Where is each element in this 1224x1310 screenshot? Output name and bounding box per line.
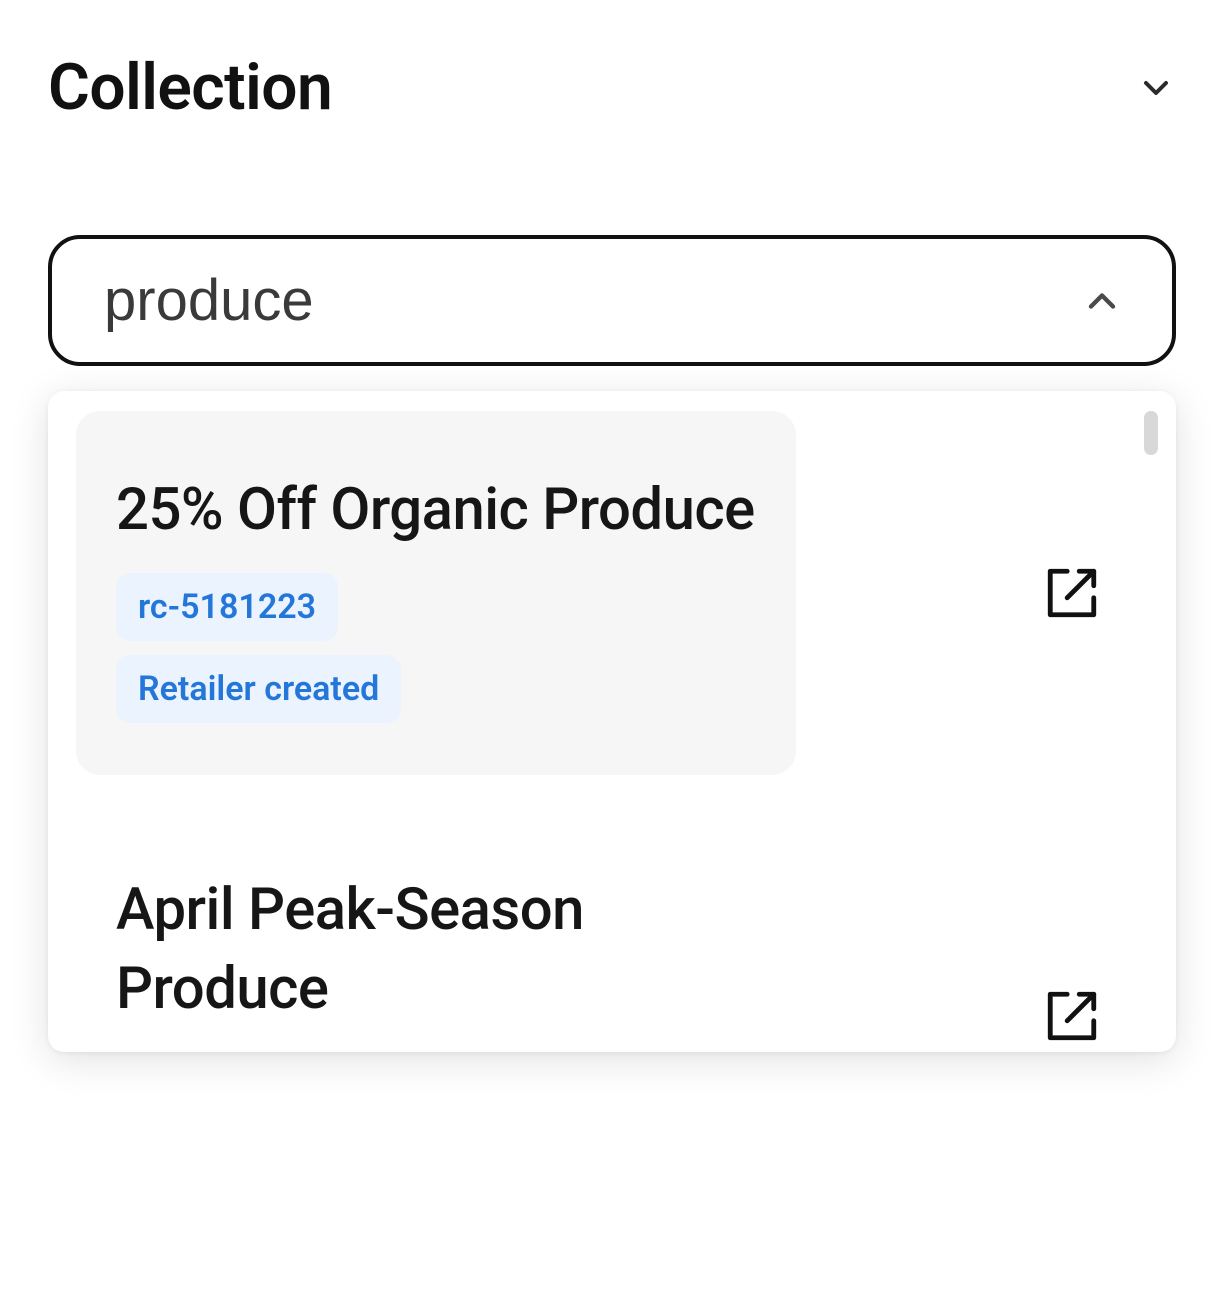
dropdown-option[interactable]: 25% Off Organic Produce rc-5181223 Retai…	[76, 411, 1108, 775]
option-card: April Peak-Season Produce	[76, 811, 796, 1052]
combobox-input-container[interactable]	[48, 235, 1176, 366]
combobox-dropdown: 25% Off Organic Produce rc-5181223 Retai…	[48, 391, 1176, 1052]
chevron-down-icon[interactable]	[1136, 68, 1176, 108]
chevron-up-icon[interactable]	[1080, 279, 1124, 323]
option-card: 25% Off Organic Produce rc-5181223 Retai…	[76, 411, 796, 775]
option-title: 25% Off Organic Produce	[116, 471, 760, 549]
option-code-badge: rc-5181223	[116, 573, 338, 641]
open-external-icon[interactable]	[1036, 980, 1108, 1052]
collection-combobox: 25% Off Organic Produce rc-5181223 Retai…	[48, 235, 1176, 366]
open-external-icon[interactable]	[1036, 557, 1108, 629]
option-badges: rc-5181223 Retailer created	[116, 573, 760, 723]
dropdown-option[interactable]: April Peak-Season Produce	[76, 811, 1108, 1052]
option-tag-badge: Retailer created	[116, 655, 401, 723]
section-title: Collection	[48, 50, 332, 125]
section-header: Collection	[48, 50, 1176, 125]
collection-search-input[interactable]	[104, 267, 1080, 334]
scrollbar-thumb[interactable]	[1144, 411, 1158, 455]
option-title: April Peak-Season Produce	[116, 871, 760, 1028]
